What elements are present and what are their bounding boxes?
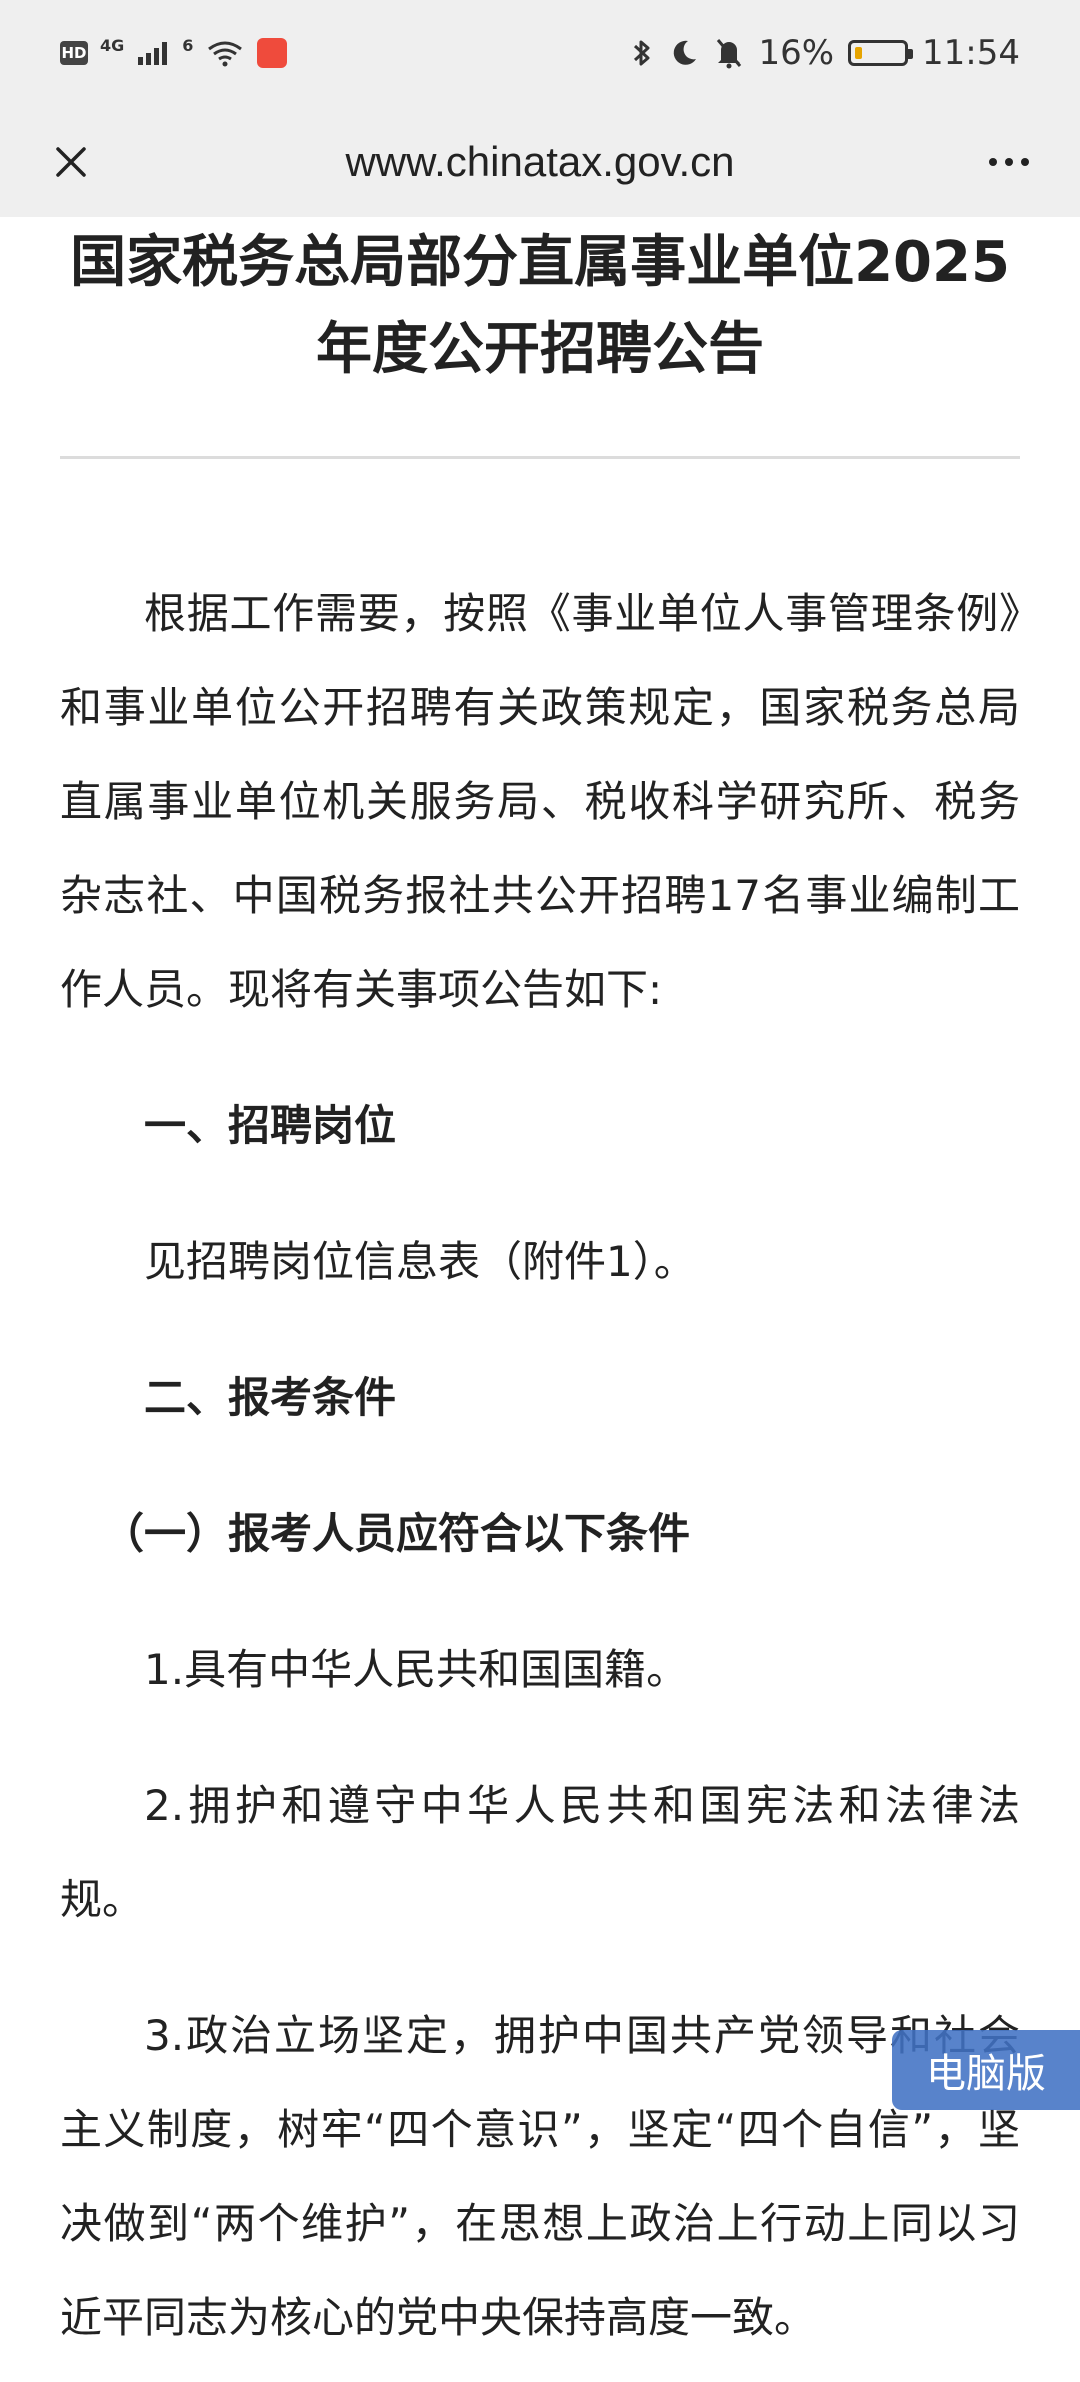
app-badge-icon (257, 38, 288, 68)
battery-icon (848, 40, 914, 66)
signal-icon (138, 42, 168, 65)
more-menu-button[interactable] (978, 131, 1040, 193)
intro-paragraph: 根据工作需要，按照《事业单位人事管理条例》和事业单位公开招聘有关政策规定，国家税… (60, 588, 1020, 1014)
top-gap (60, 467, 1020, 567)
section-2-heading: 二、报考条件 (144, 1372, 397, 1422)
battery-tip (908, 49, 914, 59)
title-divider (60, 455, 1020, 459)
url-text[interactable]: www.chinatax.gov.cn (102, 138, 978, 186)
article-content: 国家税务总局部分直属事业单位2025年度公开招聘公告 根据工作需要，按照《事业单… (60, 220, 1020, 2365)
sub-heading-1: （一）报考人员应符合以下条件 (102, 1508, 691, 1558)
hd-icon: HD (60, 41, 88, 65)
status-left-group: HD 4G 6 (60, 35, 288, 68)
wifi-label: 6 (182, 35, 194, 55)
section-1-text: 见招聘岗位信息表（附件1）。 (144, 1236, 696, 1286)
battery-fill (855, 47, 863, 59)
section-1-heading: 一、招聘岗位 (144, 1100, 397, 1150)
close-icon (56, 146, 86, 177)
browser-bar: www.chinatax.gov.cn (0, 106, 1080, 217)
page-title: 国家税务总局部分直属事业单位2025年度公开招聘公告 (70, 230, 1010, 382)
status-right-group: 16% 11:54 (630, 33, 1020, 73)
status-bar: HD 4G 6 16% 11:54 (0, 0, 1080, 106)
requirement-item-3: 3.政治立场坚定，拥护中国共产党领导和社会主义制度，树牢“四个意识”，坚定“四个… (60, 2010, 1020, 2342)
close-button[interactable] (40, 131, 102, 193)
wifi-icon (208, 41, 243, 67)
battery-percent: 16% (758, 33, 835, 73)
status-time: 11:54 (922, 33, 1020, 73)
mute-bell-icon (717, 39, 742, 69)
more-icon (989, 157, 1029, 166)
moon-icon (674, 40, 697, 65)
network-type-label: 4G (100, 35, 125, 55)
bluetooth-icon (634, 40, 650, 66)
desktop-version-button[interactable]: 电脑版 (892, 2030, 1080, 2110)
requirement-item-1: 1.具有中华人民共和国国籍。 (144, 1644, 689, 1694)
requirement-item-2: 2.拥护和遵守中华人民共和国宪法和法律法规。 (60, 1780, 1020, 1924)
